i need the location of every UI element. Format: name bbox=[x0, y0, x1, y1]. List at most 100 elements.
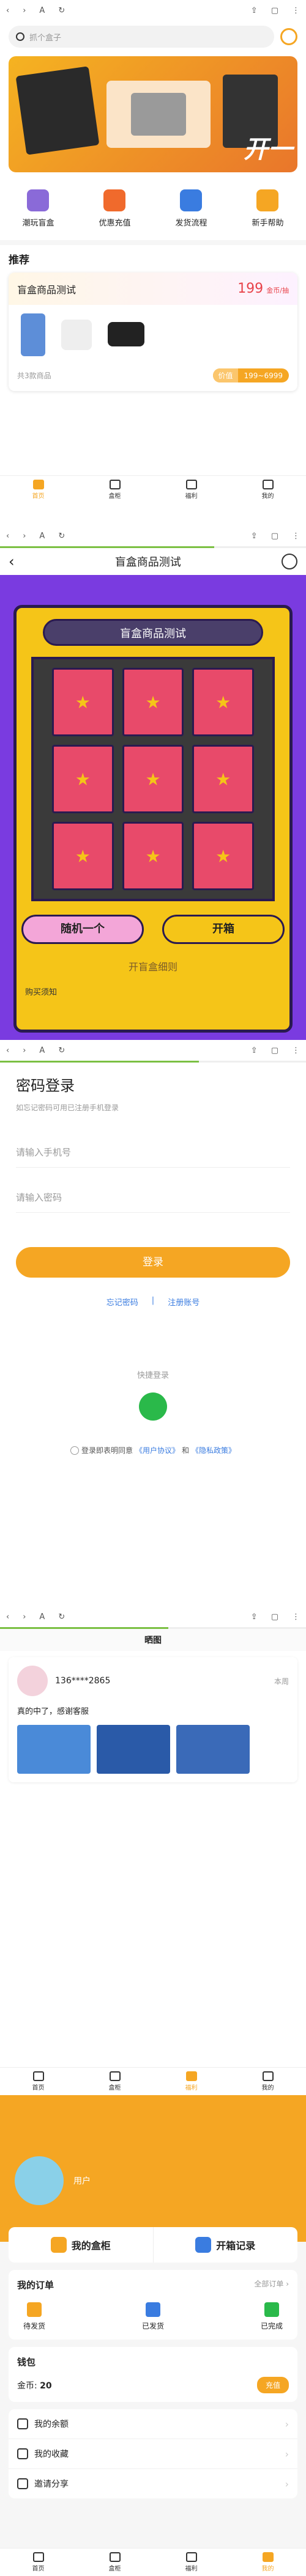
banner[interactable]: 开一 bbox=[9, 56, 297, 172]
records-button[interactable]: 开箱记录 bbox=[154, 2227, 298, 2263]
tab-mine[interactable]: 我的 bbox=[262, 2552, 274, 2572]
menu-icon[interactable]: ⋮ bbox=[292, 1612, 300, 1622]
quick-login-label: 快捷登录 bbox=[136, 1371, 169, 1380]
order-pending[interactable]: 待发货 bbox=[23, 2302, 45, 2331]
agreement: 登录即表明同意 《用户协议》 和 《隐私政策》 bbox=[16, 1445, 290, 1455]
gift-box[interactable]: ★ bbox=[122, 745, 184, 813]
post-image[interactable] bbox=[176, 1725, 250, 1774]
reload-icon[interactable]: ↻ bbox=[58, 532, 65, 541]
post-image[interactable] bbox=[97, 1725, 170, 1774]
avatar[interactable] bbox=[15, 2156, 64, 2205]
menu-icon[interactable]: ⋮ bbox=[292, 1046, 300, 1055]
order-label: 已发货 bbox=[141, 2322, 164, 2330]
completed-icon bbox=[264, 2302, 279, 2317]
forward-icon[interactable]: › bbox=[23, 6, 26, 15]
reload-icon[interactable]: ↻ bbox=[58, 1612, 65, 1622]
cabinet-icon bbox=[109, 2552, 121, 2562]
tab-mine[interactable]: 我的 bbox=[262, 480, 274, 500]
menu-icon[interactable]: ⋮ bbox=[292, 6, 300, 15]
menu-invite[interactable]: 邀请分享 › bbox=[9, 2469, 297, 2498]
register-link[interactable]: 注册账号 bbox=[168, 1296, 200, 1308]
menu-favorites[interactable]: 我的收藏 › bbox=[9, 2439, 297, 2469]
tabs-icon[interactable]: ▢ bbox=[271, 1046, 278, 1055]
back-icon[interactable]: ‹ bbox=[6, 1046, 9, 1055]
tab-welfare[interactable]: 福利 bbox=[185, 480, 198, 500]
recharge-button[interactable]: 充值 bbox=[256, 2377, 289, 2393]
font-icon[interactable]: A bbox=[39, 532, 45, 541]
back-button[interactable]: ‹ bbox=[9, 553, 15, 570]
tab-home[interactable]: 首页 bbox=[32, 2552, 45, 2572]
agree-and: 和 bbox=[182, 1446, 190, 1455]
tab-welfare[interactable]: 福利 bbox=[185, 2071, 198, 2091]
password-input[interactable]: 请输入密码 bbox=[16, 1182, 290, 1213]
gift-box[interactable]: ★ bbox=[192, 745, 254, 813]
gift-box[interactable]: ★ bbox=[192, 668, 254, 736]
feature-blind-box[interactable]: 潮玩盲盒 bbox=[22, 189, 54, 228]
mute-icon[interactable] bbox=[281, 554, 297, 569]
tab-cabinet[interactable]: 盒柜 bbox=[109, 480, 121, 500]
font-icon[interactable]: A bbox=[39, 6, 45, 15]
my-box-button[interactable]: 我的盒柜 bbox=[9, 2227, 154, 2263]
tab-label: 首页 bbox=[32, 493, 45, 500]
search-bar[interactable]: 抓个盒子 bbox=[9, 26, 274, 48]
order-shipped[interactable]: 已发货 bbox=[142, 2302, 164, 2331]
tab-home[interactable]: 首页 bbox=[32, 480, 45, 500]
all-orders-link[interactable]: 全部订单 › bbox=[254, 2278, 289, 2291]
gift-box[interactable]: ★ bbox=[52, 745, 114, 813]
back-icon[interactable]: ‹ bbox=[6, 1612, 9, 1622]
share-icon[interactable]: ⇪ bbox=[251, 532, 258, 541]
rules-link[interactable]: 开盲盒细则 bbox=[17, 944, 289, 973]
font-icon[interactable]: A bbox=[39, 1612, 45, 1622]
tabs-icon[interactable]: ▢ bbox=[271, 6, 278, 15]
feature-recharge[interactable]: 优惠充值 bbox=[99, 189, 131, 228]
forward-icon[interactable]: › bbox=[23, 1046, 26, 1055]
share-icon[interactable]: ⇪ bbox=[251, 6, 258, 15]
tabs-icon[interactable]: ▢ bbox=[271, 532, 278, 541]
tab-cabinet[interactable]: 盒柜 bbox=[109, 2552, 121, 2572]
forward-icon[interactable]: › bbox=[23, 532, 26, 541]
gift-box[interactable]: ★ bbox=[52, 668, 114, 736]
cabinet-icon bbox=[109, 480, 121, 489]
machine: 盲盒商品测试 ★ ★ ★ ★ ★ ★ ★ ★ ★ 随机一个 开箱 开盲盒细则 购… bbox=[13, 605, 293, 1033]
open-button[interactable]: 开箱 bbox=[162, 915, 285, 944]
login-button[interactable]: 登录 bbox=[16, 1247, 290, 1278]
product-card[interactable]: 盲盒商品测试 199 金币/抽 共3款商品 价值 199~6999 bbox=[9, 273, 297, 391]
feature-shipping[interactable]: 发货流程 bbox=[175, 189, 207, 228]
gift-box[interactable]: ★ bbox=[122, 668, 184, 736]
gift-box[interactable]: ★ bbox=[192, 822, 254, 890]
tab-label: 首页 bbox=[32, 2085, 45, 2091]
back-icon[interactable]: ‹ bbox=[6, 532, 9, 541]
tab-cabinet[interactable]: 盒柜 bbox=[109, 2071, 121, 2091]
user-agreement-link[interactable]: 《用户协议》 bbox=[135, 1445, 179, 1455]
section-title: 推荐 bbox=[9, 254, 29, 266]
share-icon[interactable]: ⇪ bbox=[251, 1612, 258, 1622]
post-image[interactable] bbox=[17, 1725, 91, 1774]
tabs-icon[interactable]: ▢ bbox=[271, 1612, 278, 1622]
forgot-password-link[interactable]: 忘记密码 bbox=[106, 1296, 138, 1308]
search-input[interactable]: 抓个盒子 bbox=[29, 31, 61, 43]
menu-icon[interactable]: ⋮ bbox=[292, 532, 300, 541]
forward-icon[interactable]: › bbox=[23, 1612, 26, 1622]
post-card[interactable]: 136****2865 本周 真的中了，感谢客服 bbox=[9, 1657, 297, 1782]
reload-icon[interactable]: ↻ bbox=[58, 1046, 65, 1055]
feature-help[interactable]: 新手帮助 bbox=[252, 189, 284, 228]
privacy-policy-link[interactable]: 《隐私政策》 bbox=[192, 1445, 236, 1455]
share-icon[interactable]: ⇪ bbox=[251, 1046, 258, 1055]
tab-home[interactable]: 首页 bbox=[32, 2071, 45, 2091]
tab-label: 盒柜 bbox=[108, 2085, 121, 2091]
reload-icon[interactable]: ↻ bbox=[58, 6, 65, 15]
order-completed[interactable]: 已完成 bbox=[261, 2302, 283, 2331]
font-icon[interactable]: A bbox=[39, 1046, 45, 1055]
phone-input[interactable]: 请输入手机号 bbox=[16, 1137, 290, 1168]
back-icon[interactable]: ‹ bbox=[6, 6, 9, 15]
gift-box[interactable]: ★ bbox=[52, 822, 114, 890]
service-icon[interactable] bbox=[280, 28, 297, 45]
agree-checkbox[interactable] bbox=[70, 1446, 79, 1455]
menu-balance[interactable]: 我的余额 › bbox=[9, 2409, 297, 2439]
gift-box[interactable]: ★ bbox=[122, 822, 184, 890]
tab-mine[interactable]: 我的 bbox=[262, 2071, 274, 2091]
wechat-icon[interactable] bbox=[139, 1392, 167, 1421]
share-icon bbox=[17, 2478, 28, 2489]
random-button[interactable]: 随机一个 bbox=[21, 915, 144, 944]
tab-welfare[interactable]: 福利 bbox=[185, 2552, 198, 2572]
